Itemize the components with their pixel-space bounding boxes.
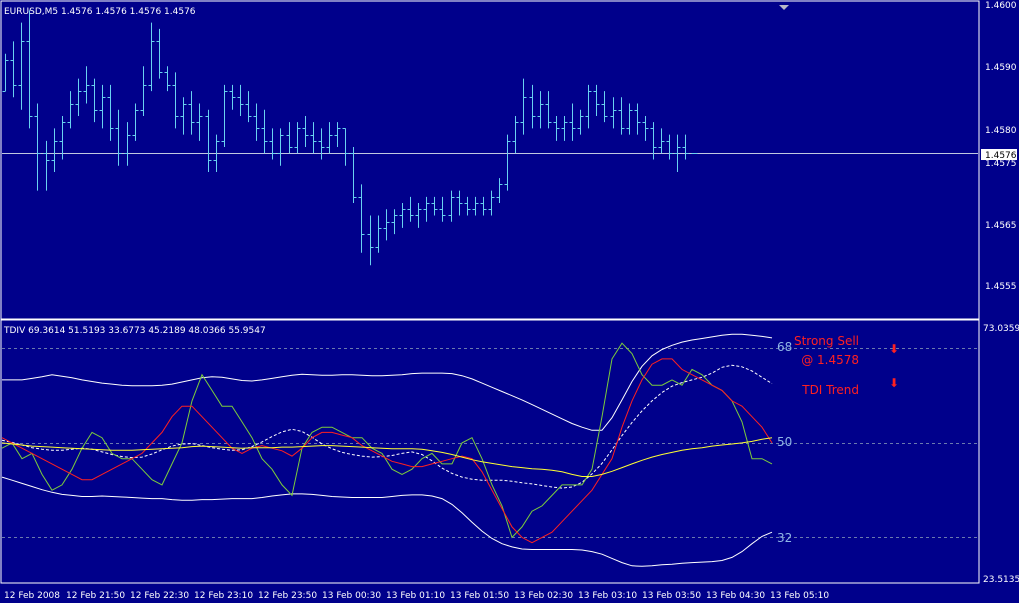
time-axis-label: 12 Feb 22:30 — [130, 591, 189, 601]
time-axis-label: 13 Feb 03:10 — [578, 591, 637, 601]
time-axis-label: 12 Feb 23:50 — [258, 591, 317, 601]
time-axis-label: 13 Feb 01:50 — [450, 591, 509, 601]
price-axis-label: 1.4600 — [985, 1, 1017, 11]
level-high-label: 68 — [777, 340, 792, 354]
current-price-label: 1.4576 — [985, 151, 1017, 161]
time-axis-label: 12 Feb 2008 — [4, 591, 60, 601]
trend-down-arrow-icon: ⬇ — [889, 376, 899, 390]
sell-arrow-icon: ⬇ — [889, 342, 899, 356]
price-axis-label: 1.4565 — [985, 221, 1017, 231]
price-axis-label: 1.4555 — [985, 282, 1017, 292]
indicator-panel-header: TDIV 69.3614 51.5193 33.6773 45.2189 48.… — [3, 326, 266, 336]
signal-price-text: @ 1.4578 — [801, 353, 859, 367]
time-axis-label: 13 Feb 01:10 — [386, 591, 445, 601]
time-axis-label: 12 Feb 23:10 — [194, 591, 253, 601]
time-axis-label: 13 Feb 00:30 — [322, 591, 381, 601]
time-axis-label: 13 Feb 03:50 — [642, 591, 701, 601]
time-axis-label: 13 Feb 02:30 — [514, 591, 573, 601]
indicator-axis-min: 23.5135 — [983, 575, 1019, 585]
level-mid-label: 50 — [777, 435, 792, 449]
level-low-label: 32 — [777, 531, 792, 545]
time-axis-label: 13 Feb 05:10 — [770, 591, 829, 601]
indicator-axis-max: 73.0359 — [983, 324, 1019, 334]
price-panel-header: EURUSD,M5 1.4576 1.4576 1.4576 1.4576 — [4, 7, 196, 17]
price-axis-label: 1.4580 — [985, 126, 1017, 136]
time-axis-label: 12 Feb 21:50 — [66, 591, 125, 601]
time-axis-label: 13 Feb 04:30 — [706, 591, 765, 601]
signal-text: Strong Sell — [794, 334, 859, 348]
trading-chart: EURUSD,M5 1.4576 1.4576 1.4576 1.4576 TD… — [0, 0, 1019, 603]
price-axis-label: 1.4590 — [985, 63, 1017, 73]
chart-background — [0, 0, 1019, 603]
trend-text: TDI Trend — [801, 383, 859, 397]
